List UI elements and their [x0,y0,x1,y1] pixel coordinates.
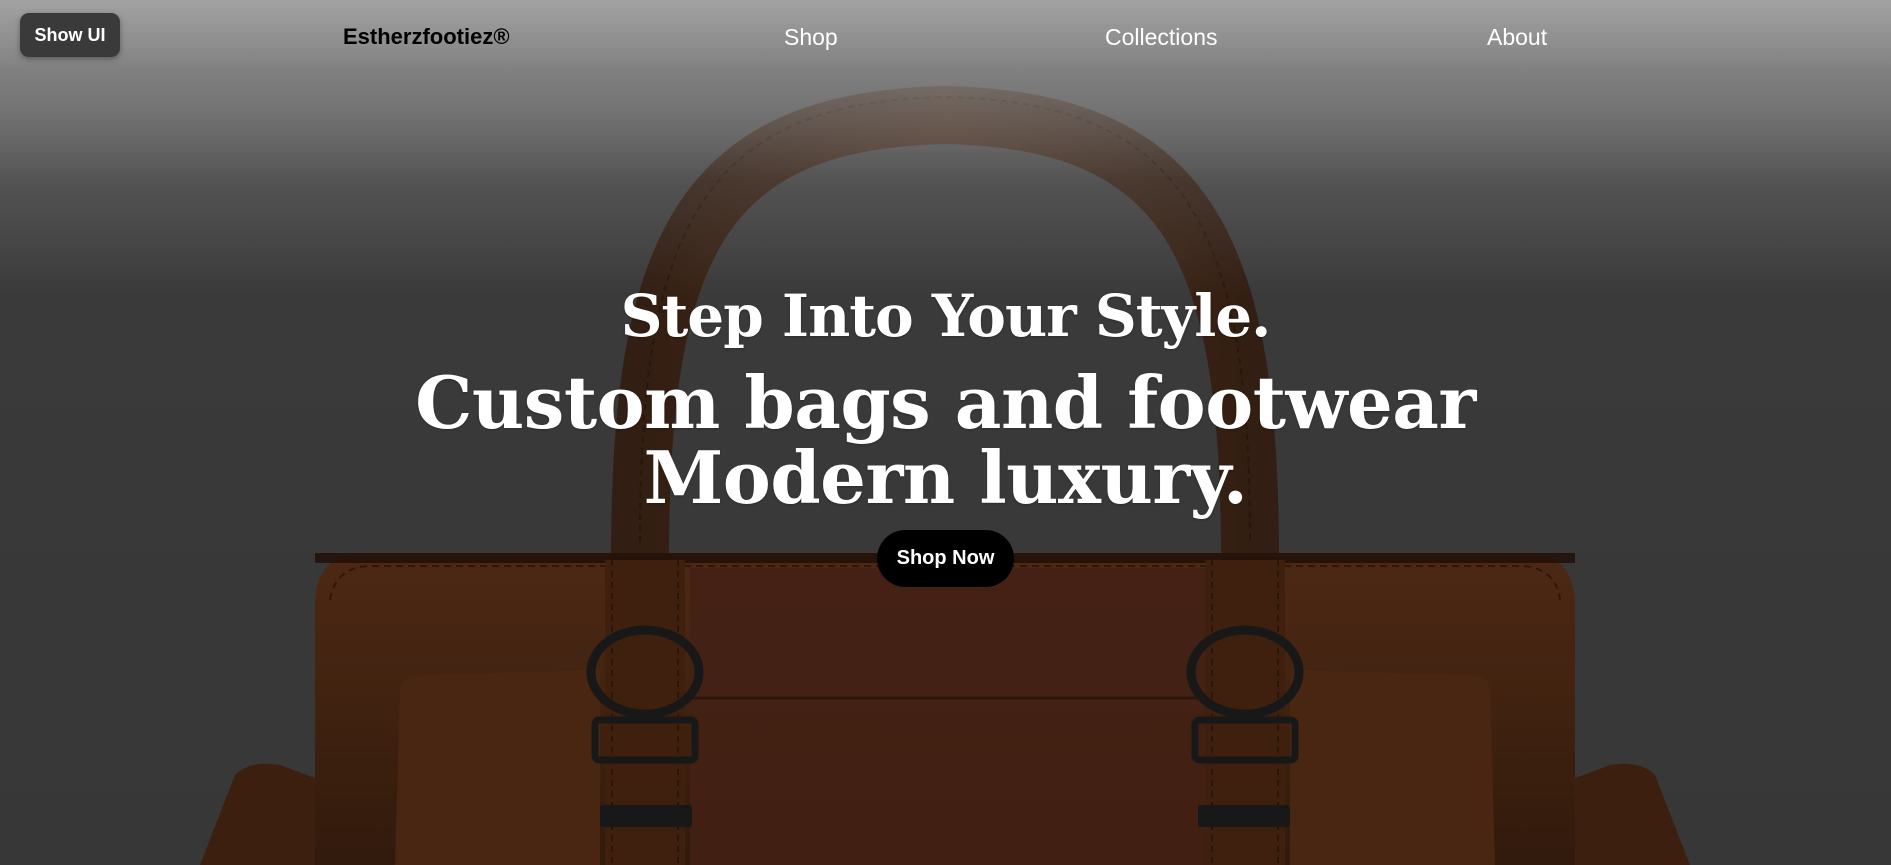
hero-tagline: Step Into Your Style. [620,282,1272,350]
hero-headline-line2: Modern luxury. [643,435,1248,520]
brand-logo[interactable]: Estherzfootiez® [343,24,510,50]
hero-headline-line1: Custom bags and footwear [415,360,1476,445]
nav-shop-link[interactable]: Shop [784,24,838,51]
hero-section: Show UI Estherzfootiez® Shop Collections… [0,0,1891,865]
nav-about-link[interactable]: About [1487,24,1547,51]
shop-now-button[interactable]: Shop Now [877,530,1014,587]
nav-collections-link[interactable]: Collections [1105,24,1218,51]
show-ui-button[interactable]: Show UI [20,13,120,57]
